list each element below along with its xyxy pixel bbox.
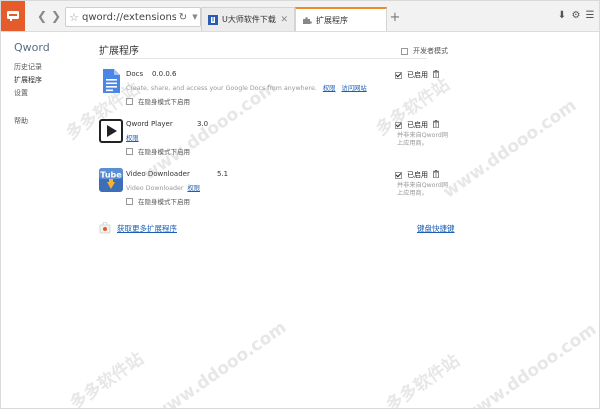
- incognito-label: 在隐身模式下启用: [138, 148, 190, 156]
- browser-toolbar: ❮ ❯ ☆ qword://extensions ↻ ▼ U大师软件下载中心 -…: [1, 1, 599, 32]
- sidebar-item-help[interactable]: 帮助: [14, 116, 28, 126]
- tab-udashi[interactable]: U大师软件下载中心 - 最伙 ✕: [201, 7, 295, 31]
- source-note: 并非来自Qword网 上应用商。: [397, 182, 448, 198]
- sidebar-brand: Qword: [14, 41, 50, 54]
- download-icon[interactable]: ⬇: [556, 10, 568, 22]
- enabled-toggle-docs[interactable]: 已启用: [395, 70, 428, 80]
- extension-name: Docs: [126, 70, 144, 78]
- note-line: 上应用商。: [397, 190, 428, 197]
- extension-version: 5.1: [217, 170, 229, 178]
- enabled-checkbox[interactable]: [395, 71, 402, 79]
- reload-icon[interactable]: ↻: [176, 12, 190, 23]
- incognito-checkbox[interactable]: [126, 197, 133, 205]
- extension-version: 0.0.0.6: [152, 70, 177, 78]
- docs-icon: [103, 69, 120, 93]
- incognito-label: 在隐身模式下启用: [138, 98, 190, 106]
- extension-version: 3.0: [197, 120, 209, 128]
- incognito-checkbox[interactable]: [126, 147, 133, 155]
- incognito-toggle[interactable]: 在隐身模式下启用: [126, 146, 190, 156]
- incognito-toggle[interactable]: 在隐身模式下启用: [126, 96, 190, 106]
- site-favicon-icon: [208, 14, 218, 25]
- enabled-label: 已启用: [407, 71, 428, 79]
- title-divider: [99, 58, 427, 59]
- note-line: 上应用商。: [397, 140, 428, 147]
- extensions-page: 扩展程序 开发者模式 Docs 0.0.0.6 Create, share, a…: [79, 32, 599, 408]
- address-bar[interactable]: ☆ qword://extensions ↻ ▼: [65, 7, 201, 27]
- keyboard-shortcuts-link[interactable]: 键盘快捷键: [417, 223, 455, 234]
- page-title: 扩展程序: [99, 46, 139, 57]
- incognito-label: 在隐身模式下启用: [138, 198, 190, 206]
- extension-description: Video Downloader 权限: [126, 183, 200, 192]
- tab-label: 扩展程序: [316, 15, 348, 25]
- tube-download-icon: Tube: [99, 168, 123, 192]
- trash-icon[interactable]: [432, 70, 440, 78]
- visit-website-link[interactable]: 访问网站: [341, 85, 366, 92]
- note-line: 并非来自Qword网: [397, 132, 449, 139]
- enabled-toggle-video-downloader[interactable]: 已启用: [395, 170, 428, 180]
- new-tab-icon[interactable]: +: [388, 10, 402, 26]
- svg-text:Tube: Tube: [100, 171, 122, 180]
- settings-icon[interactable]: ⚙: [570, 10, 582, 22]
- get-more-extensions[interactable]: 获取更多扩展程序: [99, 222, 177, 234]
- sidebar-item-history[interactable]: 历史记录: [14, 62, 42, 72]
- address-dropdown-icon[interactable]: ▼: [190, 13, 200, 21]
- permissions-link[interactable]: 权限: [126, 135, 139, 142]
- enabled-toggle-qword-player[interactable]: 已启用: [395, 120, 428, 130]
- address-text[interactable]: qword://extensions: [82, 12, 176, 23]
- developer-mode-toggle[interactable]: 开发者模式: [401, 46, 448, 56]
- note-line: 并非来自Qword网: [397, 182, 449, 189]
- extension-description: 权限: [126, 133, 139, 142]
- incognito-checkbox[interactable]: [126, 97, 133, 105]
- puzzle-icon: [303, 17, 312, 24]
- app-logo[interactable]: [1, 1, 25, 31]
- trash-icon[interactable]: [432, 120, 440, 128]
- get-more-link[interactable]: 获取更多扩展程序: [117, 223, 177, 234]
- incognito-toggle[interactable]: 在隐身模式下启用: [126, 196, 190, 206]
- enabled-label: 已启用: [407, 171, 428, 179]
- forward-icon[interactable]: ❯: [49, 9, 63, 23]
- extension-name: Video Downloader: [126, 170, 190, 178]
- chat-logo-icon: [7, 11, 19, 21]
- trash-icon[interactable]: [432, 170, 440, 178]
- source-note: 并非来自Qword网 上应用商。: [397, 132, 448, 148]
- developer-mode-checkbox[interactable]: [401, 47, 408, 55]
- tab-extensions[interactable]: 扩展程序: [295, 7, 387, 31]
- extension-description: Create, share, and access your Google Do…: [126, 83, 367, 92]
- permissions-link[interactable]: 权限: [323, 85, 336, 92]
- enabled-checkbox[interactable]: [395, 121, 402, 129]
- back-icon[interactable]: ❮: [35, 9, 49, 23]
- enabled-checkbox[interactable]: [395, 171, 402, 179]
- enabled-label: 已启用: [407, 121, 428, 129]
- sidebar-item-extensions[interactable]: 扩展程序: [14, 75, 42, 85]
- tab-label: U大师软件下载中心 - 最伙: [222, 15, 276, 24]
- menu-icon[interactable]: ☰: [584, 10, 596, 22]
- browser-window: ❮ ❯ ☆ qword://extensions ↻ ▼ U大师软件下载中心 -…: [0, 0, 600, 409]
- description-text: Video Downloader: [126, 185, 184, 192]
- sidebar: Qword 历史记录 扩展程序 设置 帮助: [1, 32, 79, 408]
- description-text: Create, share, and access your Google Do…: [126, 85, 317, 92]
- sidebar-item-settings[interactable]: 设置: [14, 88, 28, 98]
- play-icon: [99, 119, 123, 143]
- extension-name: Qword Player: [126, 120, 173, 128]
- store-icon: [99, 222, 111, 234]
- bookmark-star-icon[interactable]: ☆: [66, 11, 82, 24]
- close-tab-icon[interactable]: ✕: [280, 15, 288, 25]
- permissions-link[interactable]: 权限: [187, 185, 200, 192]
- developer-mode-label: 开发者模式: [413, 47, 448, 55]
